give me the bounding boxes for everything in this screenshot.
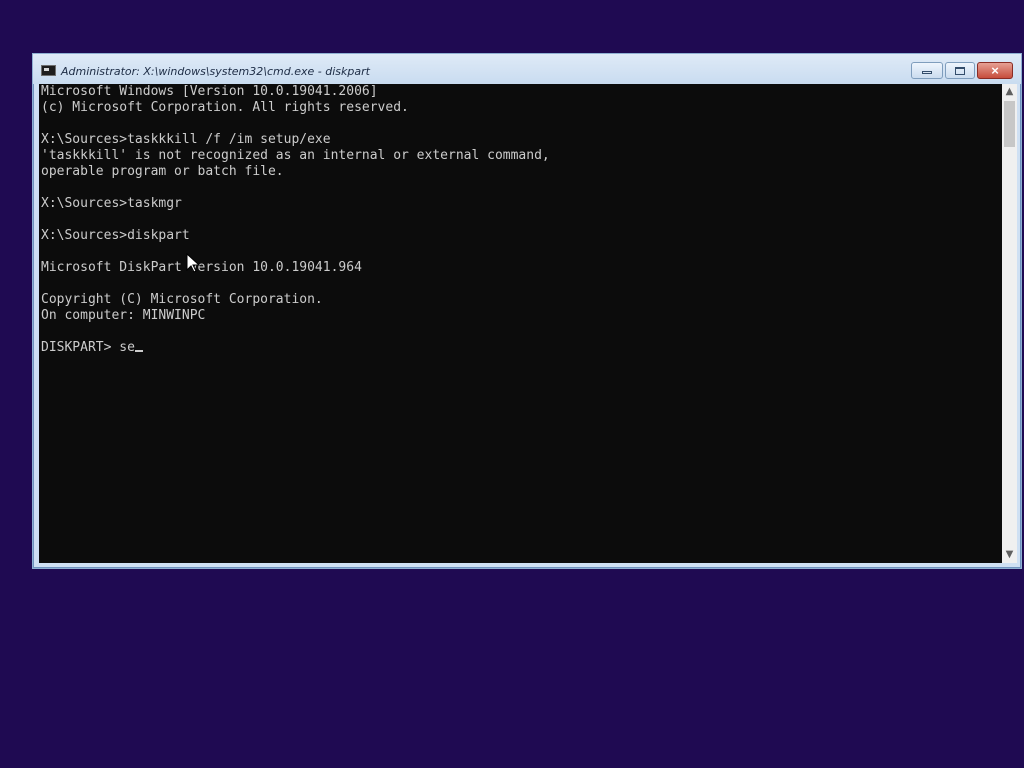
terminal-line: X:\Sources>taskkkill /f /im setup/exe xyxy=(41,132,331,147)
terminal-line: Microsoft Windows [Version 10.0.19041.20… xyxy=(41,84,378,99)
title-bar[interactable]: Administrator: X:\windows\system32\cmd.e… xyxy=(33,54,1021,84)
terminal-text: Microsoft Windows [Version 10.0.19041.20… xyxy=(41,84,550,356)
vertical-scrollbar[interactable]: ▲ ▼ xyxy=(1002,84,1017,563)
terminal-line: Copyright (C) Microsoft Corporation. xyxy=(41,292,323,307)
text-cursor xyxy=(134,350,143,352)
command-prompt-window[interactable]: Administrator: X:\windows\system32\cmd.e… xyxy=(32,53,1022,569)
terminal-line: 'taskkkill' is not recognized as an inte… xyxy=(41,148,550,163)
mouse-pointer-icon xyxy=(186,253,200,273)
scroll-thumb[interactable] xyxy=(1004,101,1015,147)
close-icon: × xyxy=(991,63,999,78)
scroll-up-icon[interactable]: ▲ xyxy=(1002,84,1017,100)
terminal-line: X:\Sources>diskpart xyxy=(41,228,190,243)
terminal-line: (c) Microsoft Corporation. All rights re… xyxy=(41,100,409,115)
cmd-icon xyxy=(41,65,56,76)
window-title: Administrator: X:\windows\system32\cmd.e… xyxy=(61,65,370,78)
desktop: Administrator: X:\windows\system32\cmd.e… xyxy=(0,0,1024,768)
terminal-line: On computer: MINWINPC xyxy=(41,308,206,323)
terminal-prompt-line: DISKPART> se xyxy=(41,340,135,355)
terminal-output[interactable]: Microsoft Windows [Version 10.0.19041.20… xyxy=(39,84,1002,563)
terminal-line: X:\Sources>taskmgr xyxy=(41,196,182,211)
maximize-button[interactable] xyxy=(945,62,975,79)
close-button[interactable]: × xyxy=(977,62,1013,79)
maximize-icon xyxy=(955,67,965,75)
minimize-icon xyxy=(922,71,932,74)
terminal-line: operable program or batch file. xyxy=(41,164,284,179)
scroll-down-icon[interactable]: ▼ xyxy=(1002,547,1017,563)
minimize-button[interactable] xyxy=(911,62,943,79)
terminal-line: Microsoft DiskPart version 10.0.19041.96… xyxy=(41,260,362,275)
